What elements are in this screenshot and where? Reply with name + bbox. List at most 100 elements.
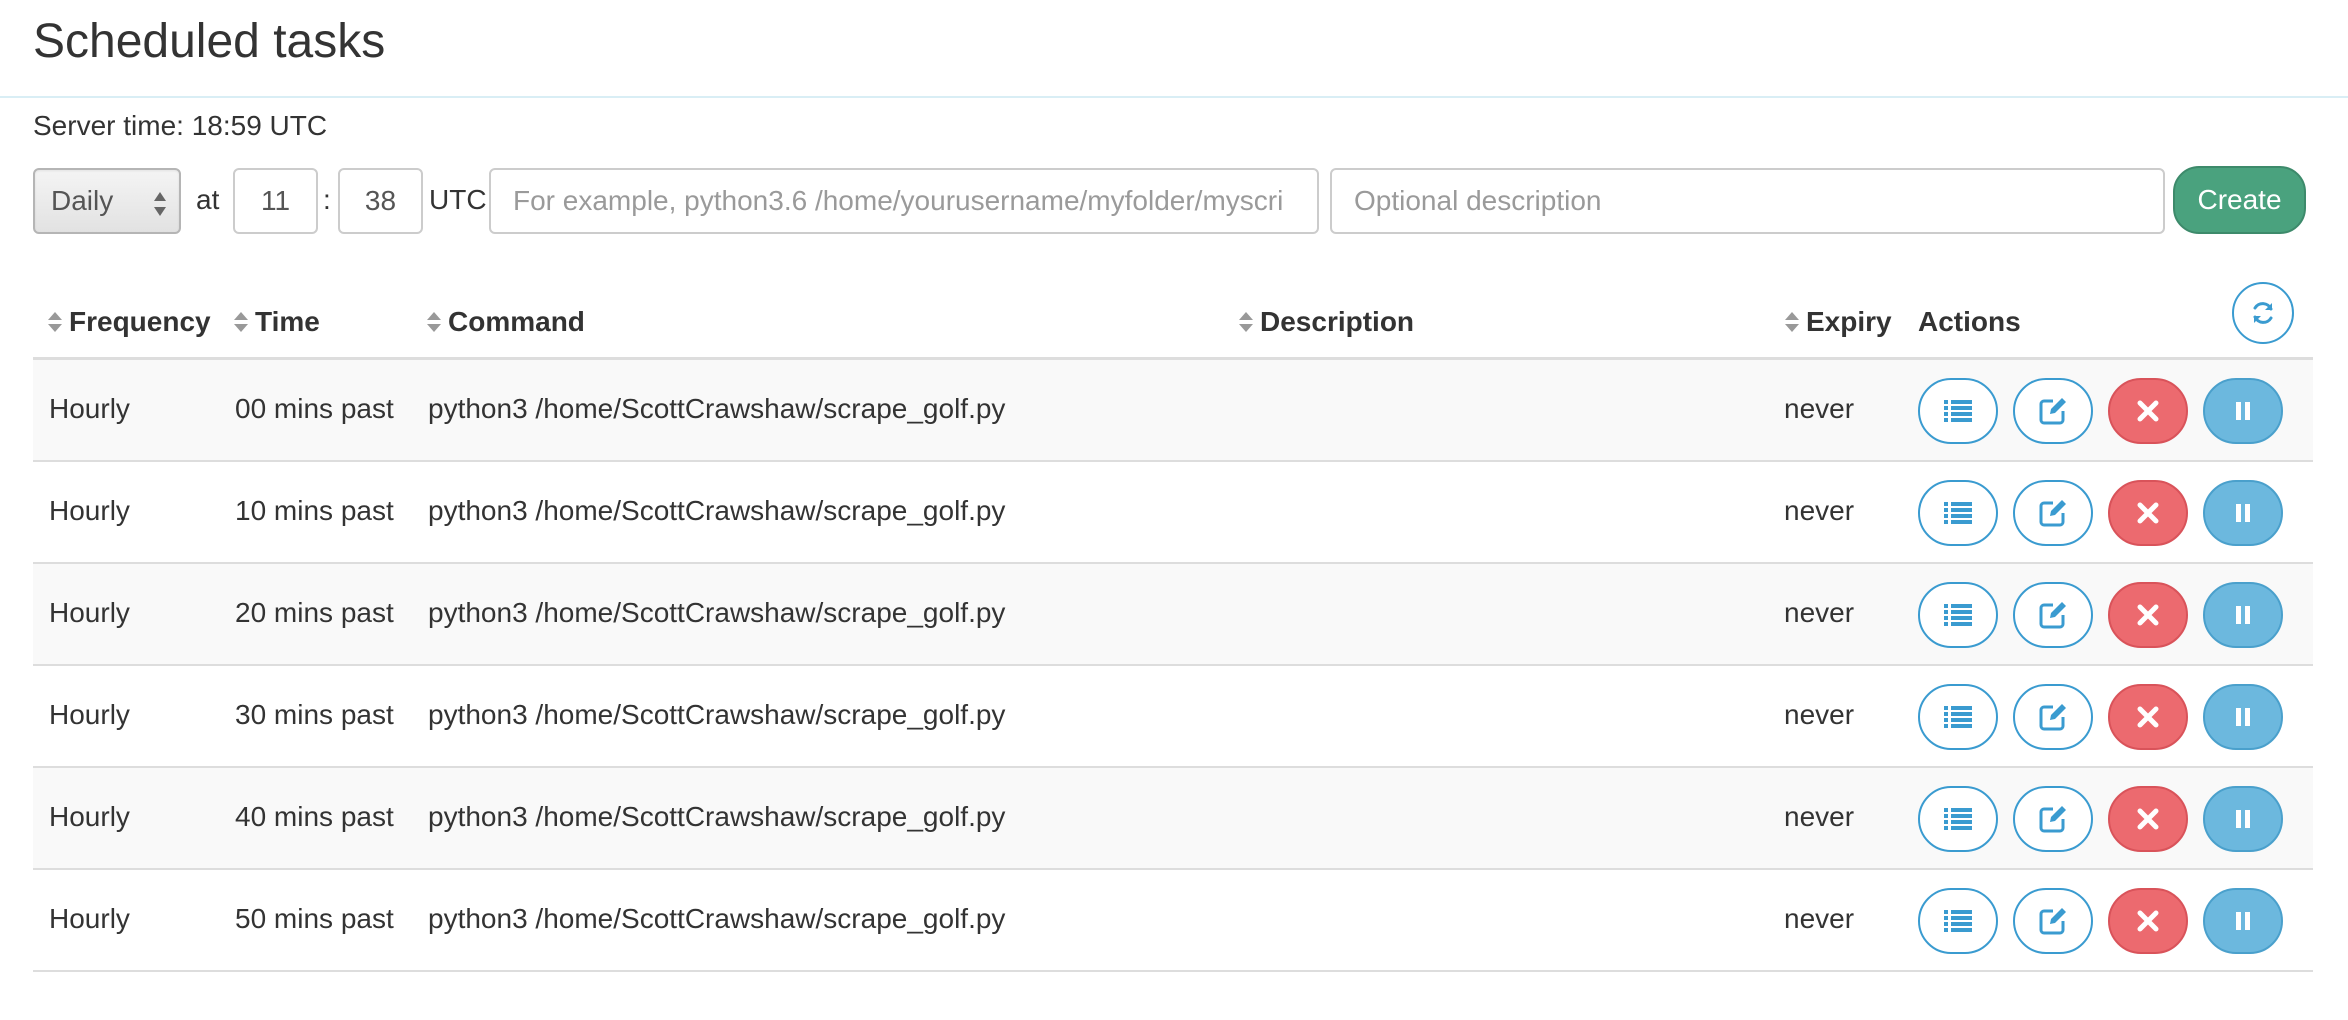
utc-label: UTC	[429, 184, 487, 215]
cell-expiry: never	[1784, 801, 1855, 832]
pause-button[interactable]	[2203, 888, 2283, 954]
cell-frequency: Hourly	[49, 597, 130, 628]
create-button[interactable]: Create	[2173, 166, 2306, 234]
table-row: Hourly 00 mins past python3 /home/ScottC…	[33, 360, 2313, 462]
delete-button[interactable]	[2108, 582, 2188, 648]
sort-icon	[1239, 312, 1253, 332]
scheduled-tasks-table: Frequency Time Command Description Expir…	[33, 278, 2313, 972]
cell-frequency: Hourly	[49, 699, 130, 730]
table-row: Hourly 10 mins past python3 /home/ScottC…	[33, 462, 2313, 564]
list-icon	[1944, 706, 1972, 728]
table-row: Hourly 20 mins past python3 /home/ScottC…	[33, 564, 2313, 666]
pause-button[interactable]	[2203, 480, 2283, 546]
edit-icon	[2039, 500, 2066, 527]
delete-button[interactable]	[2108, 480, 2188, 546]
table-body: Hourly 00 mins past python3 /home/ScottC…	[33, 360, 2313, 972]
cell-time: 50 mins past	[235, 903, 394, 934]
edit-icon	[2039, 602, 2066, 629]
minute-input[interactable]	[338, 168, 423, 234]
cell-time: 00 mins past	[235, 393, 394, 424]
delete-button[interactable]	[2108, 888, 2188, 954]
cell-frequency: Hourly	[49, 393, 130, 424]
header-command[interactable]: Command	[426, 306, 585, 338]
sort-icon	[234, 312, 248, 332]
pause-button[interactable]	[2203, 786, 2283, 852]
cell-frequency: Hourly	[49, 903, 130, 934]
refresh-button[interactable]	[2232, 282, 2294, 344]
cell-command: python3 /home/ScottCrawshaw/scrape_golf.…	[428, 699, 1006, 730]
pause-icon	[2236, 606, 2250, 624]
view-log-button[interactable]	[1918, 582, 1998, 648]
edit-button[interactable]	[2013, 786, 2093, 852]
delete-button[interactable]	[2108, 378, 2188, 444]
cell-expiry: never	[1784, 495, 1855, 526]
close-icon	[2137, 910, 2159, 932]
frequency-select[interactable]: Daily	[33, 168, 181, 234]
at-label: at	[196, 184, 220, 215]
sort-icon	[1785, 312, 1799, 332]
sort-icon	[427, 312, 441, 332]
pause-icon	[2236, 810, 2250, 828]
pause-icon	[2236, 504, 2250, 522]
cell-expiry: never	[1784, 903, 1855, 934]
description-input[interactable]	[1330, 168, 2165, 234]
cell-command: python3 /home/ScottCrawshaw/scrape_golf.…	[428, 597, 1006, 628]
close-icon	[2137, 808, 2159, 830]
cell-command: python3 /home/ScottCrawshaw/scrape_golf.…	[428, 903, 1006, 934]
cell-time: 30 mins past	[235, 699, 394, 730]
time-colon: :	[323, 184, 331, 215]
cell-time: 20 mins past	[235, 597, 394, 628]
cell-command: python3 /home/ScottCrawshaw/scrape_golf.…	[428, 495, 1006, 526]
cell-frequency: Hourly	[49, 801, 130, 832]
hour-input[interactable]	[233, 168, 318, 234]
pause-button[interactable]	[2203, 684, 2283, 750]
edit-icon	[2039, 704, 2066, 731]
edit-button[interactable]	[2013, 684, 2093, 750]
edit-button[interactable]	[2013, 888, 2093, 954]
close-icon	[2137, 400, 2159, 422]
header-actions: Actions	[1918, 306, 2021, 337]
command-input[interactable]	[489, 168, 1319, 234]
cell-expiry: never	[1784, 699, 1855, 730]
cell-expiry: never	[1784, 597, 1855, 628]
view-log-button[interactable]	[1918, 888, 1998, 954]
server-time: Server time: 18:59 UTC	[33, 110, 328, 141]
edit-button[interactable]	[2013, 378, 2093, 444]
list-icon	[1944, 910, 1972, 932]
list-icon	[1944, 808, 1972, 830]
close-icon	[2137, 706, 2159, 728]
view-log-button[interactable]	[1918, 684, 1998, 750]
list-icon	[1944, 604, 1972, 626]
list-icon	[1944, 502, 1972, 524]
header-frequency[interactable]: Frequency	[47, 306, 211, 338]
view-log-button[interactable]	[1918, 378, 1998, 444]
cell-time: 10 mins past	[235, 495, 394, 526]
edit-button[interactable]	[2013, 582, 2093, 648]
view-log-button[interactable]	[1918, 786, 1998, 852]
pause-icon	[2236, 402, 2250, 420]
cell-command: python3 /home/ScottCrawshaw/scrape_golf.…	[428, 801, 1006, 832]
delete-button[interactable]	[2108, 786, 2188, 852]
pause-icon	[2236, 708, 2250, 726]
edit-button[interactable]	[2013, 480, 2093, 546]
pause-button[interactable]	[2203, 378, 2283, 444]
view-log-button[interactable]	[1918, 480, 1998, 546]
cell-command: python3 /home/ScottCrawshaw/scrape_golf.…	[428, 393, 1006, 424]
pause-button[interactable]	[2203, 582, 2283, 648]
frequency-select-value: Daily	[51, 185, 114, 216]
list-icon	[1944, 400, 1972, 422]
header-expiry[interactable]: Expiry	[1784, 306, 1892, 338]
cell-time: 40 mins past	[235, 801, 394, 832]
header-description[interactable]: Description	[1238, 306, 1414, 338]
title-divider	[0, 96, 2348, 98]
edit-icon	[2039, 908, 2066, 935]
refresh-icon	[2253, 302, 2273, 324]
cell-expiry: never	[1784, 393, 1855, 424]
table-row: Hourly 50 mins past python3 /home/ScottC…	[33, 870, 2313, 972]
delete-button[interactable]	[2108, 684, 2188, 750]
edit-icon	[2039, 806, 2066, 833]
page-title: Scheduled tasks	[33, 15, 386, 68]
edit-icon	[2039, 398, 2066, 425]
create-task-form: Daily at : UTC Create	[33, 166, 2313, 236]
header-time[interactable]: Time	[233, 306, 320, 338]
